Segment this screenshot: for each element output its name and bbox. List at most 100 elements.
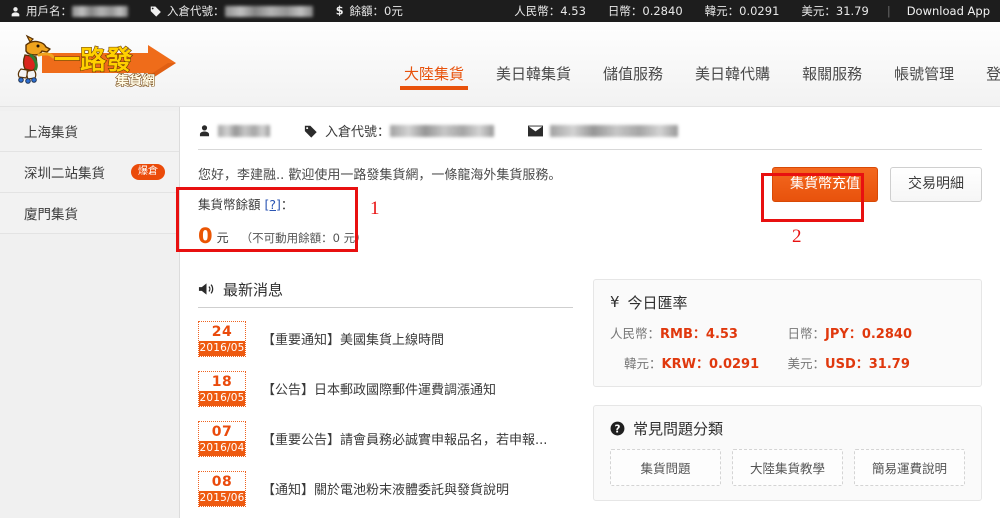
account-actions: 集貨幣充值 交易明細 bbox=[772, 167, 982, 203]
logo-sub-text-glyph: 集貨網 bbox=[115, 73, 155, 89]
news-date-ym: 2016/04 bbox=[199, 440, 245, 456]
nav-item-customs[interactable]: 報關服務 bbox=[786, 67, 878, 106]
news-item-title[interactable]: 【重要公告】請會員務必誠實申報品名，若申報... bbox=[262, 429, 547, 448]
main-content: 入倉代號： 您好，李建融.. 歡迎使用一路發集貨網，一條龍海外集貨服務。 集貨幣… bbox=[180, 107, 1000, 518]
news-date-badge: 24 2016/05 bbox=[198, 320, 246, 357]
sidebar-item-xiamen[interactable]: 廈門集貨 bbox=[0, 193, 179, 234]
balance-help-link[interactable]: [?] bbox=[265, 197, 281, 212]
faq-panel: ? 常見問題分類 集貨問題 大陸集貨教學 簡易運費說明 bbox=[593, 404, 982, 501]
rate-value: 4.53 bbox=[705, 326, 738, 342]
warehouse-code-label: 入倉代號： bbox=[325, 125, 391, 140]
news-item-title[interactable]: 【重要通知】美國集貨上線時間 bbox=[262, 329, 444, 348]
status-badge: 爆倉 bbox=[131, 164, 165, 180]
svg-text:$: $ bbox=[335, 5, 343, 17]
rate-value: 0.0291 bbox=[708, 356, 760, 372]
topbar-rate-krw: 韓元：0.0291 bbox=[704, 4, 780, 18]
balance-unit: 元 bbox=[216, 230, 229, 245]
faq-title: 常見問題分類 bbox=[633, 419, 724, 438]
news-date-badge: 18 2016/05 bbox=[198, 370, 246, 407]
faq-button-shipping-questions[interactable]: 集貨問題 bbox=[610, 448, 721, 486]
nav-item-proxybuy[interactable]: 美日韓代購 bbox=[679, 67, 786, 106]
logo-wrapper[interactable]: 一路發 集貨網 bbox=[0, 33, 183, 95]
topbar-rate-usd: 美元：31.79 bbox=[801, 4, 869, 18]
nav-item-storedvalue[interactable]: 儲值服務 bbox=[587, 67, 679, 106]
topbar-balance-value: 0元 bbox=[384, 4, 403, 18]
topbar-balance: $ 餘額： 0元 bbox=[335, 3, 403, 19]
logo-main-text-glyph: 一路發 bbox=[54, 45, 133, 76]
faq-button-mainland-tutorial[interactable]: 大陸集貨教學 bbox=[732, 448, 843, 486]
nav-item-mainland[interactable]: 大陸集貨 bbox=[388, 67, 480, 106]
person-icon bbox=[10, 6, 21, 17]
nav-label: 帳號管理 bbox=[894, 65, 955, 83]
user-name-group bbox=[198, 124, 270, 137]
news-date-badge: 08 2015/06 bbox=[198, 470, 246, 507]
nav-label: 報關服務 bbox=[802, 65, 863, 83]
news-date-day: 08 bbox=[211, 473, 233, 490]
news-date-ym: 2016/05 bbox=[199, 340, 245, 356]
warehouse-code-value-redacted bbox=[390, 124, 495, 137]
news-item-title[interactable]: 【公告】日本郵政國際郵件運費調漲通知 bbox=[262, 379, 496, 398]
rate-value: 0.2840 bbox=[861, 326, 912, 342]
faq-button-freight-guide[interactable]: 簡易運費說明 bbox=[854, 448, 965, 486]
transaction-history-button[interactable]: 交易明細 bbox=[890, 167, 982, 203]
news-panel: 最新消息 24 2016/05 【重要通知】美國集貨上線時間 18 2016/0… bbox=[198, 279, 573, 514]
rate-name: 日幣 bbox=[787, 325, 813, 341]
question-mark-icon: ? bbox=[610, 421, 625, 436]
rate-row-rmb: 人民幣：RMB：4.53 bbox=[610, 325, 738, 342]
right-panels-column: ¥ 今日匯率 人民幣：RMB：4.53 日幣：JPY：0.2840 韓元：KRW… bbox=[593, 278, 982, 514]
page-layout: 上海集貨 深圳二站集貨 爆倉 廈門集貨 入倉代號： 您好，李建融.. 歡迎使用一… bbox=[0, 107, 1000, 518]
topup-button[interactable]: 集貨幣充值 bbox=[772, 167, 878, 203]
rate-name: 人民幣 bbox=[610, 325, 648, 341]
news-date-badge: 07 2016/04 bbox=[198, 420, 246, 457]
user-name-value-redacted bbox=[218, 124, 270, 137]
panels-row: 最新消息 24 2016/05 【重要通知】美國集貨上線時間 18 2016/0… bbox=[198, 278, 982, 514]
logo-graphic: 一路發 集貨網 bbox=[17, 34, 176, 90]
nav-item-usjpkr[interactable]: 美日韓集貨 bbox=[480, 67, 587, 106]
tag-icon bbox=[304, 124, 318, 138]
topbar-balance-label: 餘額： bbox=[349, 4, 385, 18]
rate-row-jpy: 日幣：JPY：0.2840 bbox=[787, 325, 913, 342]
rate-code: USD bbox=[825, 356, 856, 372]
rate-value: 31.79 bbox=[868, 356, 910, 372]
topbar-warehouse-value-redacted bbox=[224, 5, 313, 17]
sidebar-item-label: 上海集貨 bbox=[24, 125, 78, 141]
nav-item-logout[interactable]: 登出 bbox=[970, 67, 1000, 106]
topbar-username: 用戶名： bbox=[10, 3, 128, 19]
download-app-link[interactable]: Download App bbox=[907, 4, 990, 18]
nav-label: 儲值服務 bbox=[603, 65, 664, 83]
yen-icon: ¥ bbox=[610, 293, 620, 312]
news-title: 最新消息 bbox=[223, 280, 284, 299]
faq-button-group: 集貨問題 大陸集貨教學 簡易運費說明 bbox=[610, 448, 965, 486]
rate-code: KRW bbox=[661, 356, 696, 372]
site-header: 一路發 集貨網 大陸集貨 美日韓集貨 儲值服務 美日韓代購 報關服務 帳號管理 … bbox=[0, 22, 1000, 107]
news-list-item[interactable]: 08 2015/06 【通知】關於電池粉末液體委託與發貨說明 bbox=[198, 464, 573, 514]
balance-amount-row: 0 元 （不可動用餘額：0 元） bbox=[198, 217, 374, 257]
news-list-item[interactable]: 18 2016/05 【公告】日本郵政國際郵件運費調漲通知 bbox=[198, 364, 573, 414]
topbar-username-value-redacted bbox=[72, 5, 128, 17]
news-item-title[interactable]: 【通知】關於電池粉末液體委託與發貨說明 bbox=[262, 479, 509, 498]
dollar-icon: $ bbox=[335, 5, 345, 17]
faq-header: ? 常見問題分類 bbox=[610, 418, 965, 439]
site-logo[interactable]: 一路發 集貨網 bbox=[8, 33, 183, 95]
news-list-item[interactable]: 07 2016/04 【重要公告】請會員務必誠實申報品名，若申報... bbox=[198, 414, 573, 464]
person-icon bbox=[198, 124, 211, 137]
user-info-strip: 入倉代號： bbox=[198, 121, 982, 150]
sidebar-item-shenzhen2[interactable]: 深圳二站集貨 爆倉 bbox=[0, 152, 179, 193]
nav-label: 美日韓集貨 bbox=[496, 65, 572, 83]
news-date-ym: 2016/05 bbox=[199, 390, 245, 406]
nav-label: 大陸集貨 bbox=[404, 65, 465, 83]
topbar-separator: | bbox=[886, 4, 891, 18]
svg-text:?: ? bbox=[615, 423, 621, 435]
sidebar: 上海集貨 深圳二站集貨 爆倉 廈門集貨 bbox=[0, 107, 180, 518]
topbar-right-group: 人民幣：4.53 日幣：0.2840 韓元：0.0291 美元：31.79 | … bbox=[492, 3, 990, 19]
sidebar-item-shanghai[interactable]: 上海集貨 bbox=[0, 111, 179, 152]
rate-row-usd: 美元：USD：31.79 bbox=[787, 355, 910, 372]
news-list-item[interactable]: 24 2016/05 【重要通知】美國集貨上線時間 bbox=[198, 314, 573, 364]
rate-code: JPY bbox=[825, 326, 849, 342]
nav-item-account[interactable]: 帳號管理 bbox=[878, 67, 970, 106]
news-header: 最新消息 bbox=[198, 279, 573, 308]
balance-title: 集貨幣餘額 bbox=[198, 197, 261, 212]
rate-name: 美元 bbox=[787, 355, 813, 371]
balance-amount: 0 bbox=[198, 223, 213, 248]
balance-note: （不可動用餘額：0 元） bbox=[240, 230, 367, 245]
